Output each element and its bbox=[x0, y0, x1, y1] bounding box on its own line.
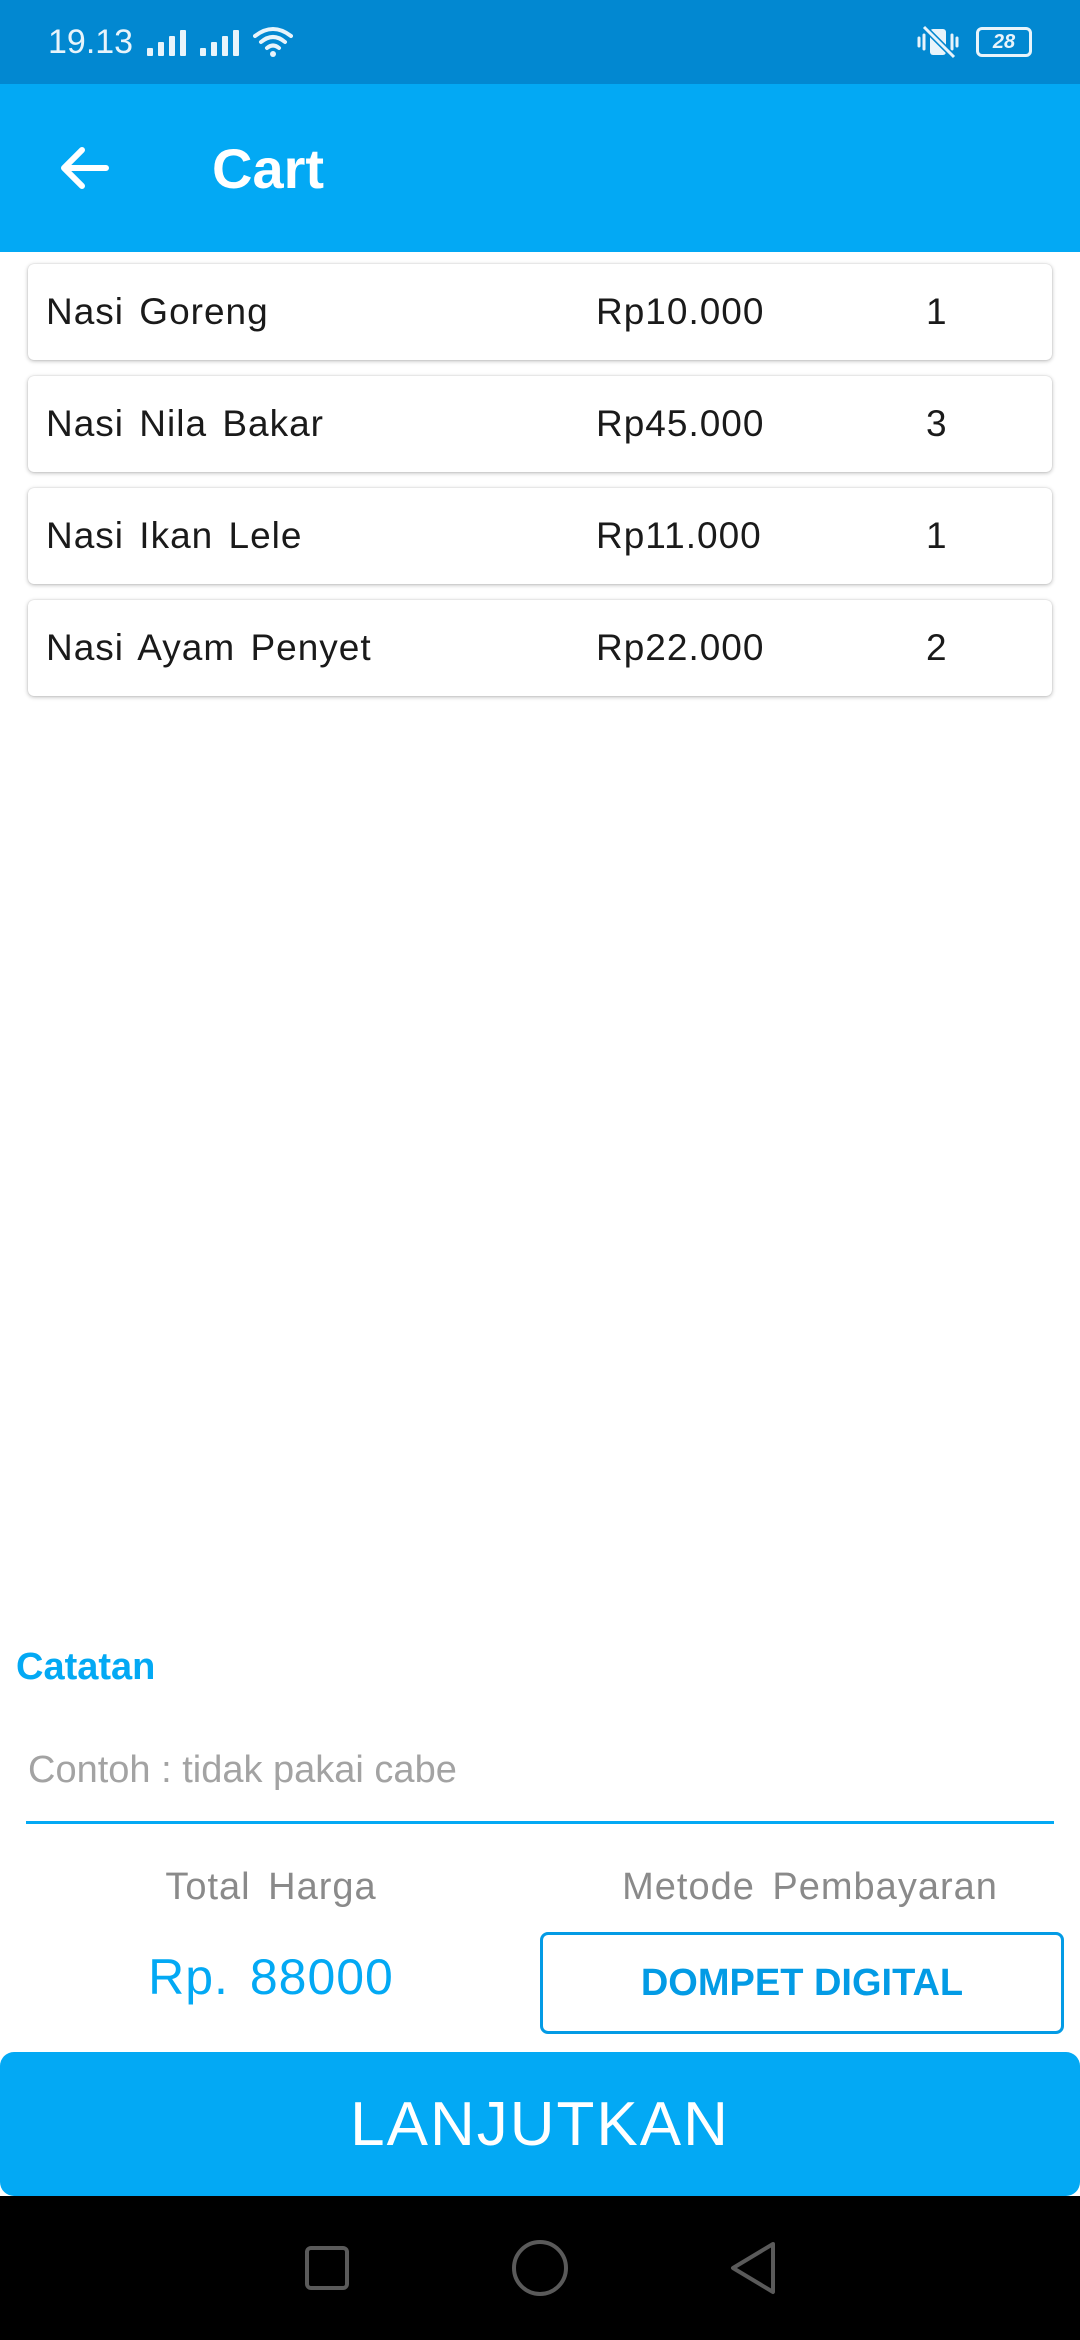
triangle-icon bbox=[731, 2242, 776, 2294]
cart-item-row[interactable]: Nasi Goreng Rp10.000 1 bbox=[28, 264, 1052, 360]
notes-input[interactable] bbox=[26, 1720, 1054, 1824]
payment-method-button[interactable]: DOMPET DIGITAL bbox=[540, 1932, 1064, 2034]
vibrate-icon bbox=[917, 25, 959, 59]
page-title: Cart bbox=[212, 136, 325, 200]
item-qty: 1 bbox=[926, 291, 948, 332]
cart-screen: 19.13 28 Cart Nasi Goreng Rp10.000 1 Nas… bbox=[0, 0, 1080, 2340]
item-price: Rp10.000 bbox=[596, 291, 765, 332]
wifi-icon bbox=[253, 27, 294, 57]
signal-icon-2 bbox=[200, 28, 240, 56]
item-price: Rp11.000 bbox=[596, 515, 762, 556]
arrow-back-icon bbox=[61, 147, 109, 189]
total-price-label: Total Harga bbox=[165, 1866, 377, 1908]
continue-button[interactable]: LANJUTKAN bbox=[0, 2052, 1080, 2196]
status-bar: 19.13 28 bbox=[0, 0, 1080, 84]
status-right: 28 bbox=[916, 25, 1032, 59]
payment-method-label: Metode Pembayaran bbox=[622, 1866, 998, 1908]
app-bar: Cart bbox=[0, 84, 1080, 252]
item-name: Nasi Nila Bakar bbox=[46, 403, 324, 444]
nav-home-button[interactable] bbox=[500, 2228, 580, 2308]
status-time: 19.13 bbox=[48, 22, 134, 61]
cart-item-row[interactable]: Nasi Nila Bakar Rp45.000 3 bbox=[28, 376, 1052, 472]
status-left: 19.13 bbox=[48, 22, 294, 62]
item-name: Nasi Ayam Penyet bbox=[46, 627, 372, 668]
circle-icon bbox=[511, 2240, 568, 2296]
cart-list: Nasi Goreng Rp10.000 1 Nasi Nila Bakar R… bbox=[28, 264, 1052, 712]
nav-recent-button[interactable] bbox=[287, 2228, 367, 2308]
back-button[interactable] bbox=[48, 132, 120, 204]
item-price: Rp45.000 bbox=[596, 403, 765, 444]
total-price-value: Rp. 88000 bbox=[148, 1949, 394, 2005]
square-icon bbox=[304, 2246, 349, 2290]
signal-icon bbox=[147, 28, 187, 56]
notes-label: Catatan bbox=[16, 1646, 156, 1688]
item-qty: 3 bbox=[926, 403, 948, 444]
item-qty: 2 bbox=[926, 627, 948, 668]
item-qty: 1 bbox=[926, 515, 948, 556]
item-name: Nasi Ikan Lele bbox=[46, 515, 303, 556]
cart-item-row[interactable]: Nasi Ikan Lele Rp11.000 1 bbox=[28, 488, 1052, 584]
item-price: Rp22.000 bbox=[596, 627, 765, 668]
battery-icon: 28 bbox=[976, 27, 1032, 57]
cart-item-row[interactable]: Nasi Ayam Penyet Rp22.000 2 bbox=[28, 600, 1052, 696]
nav-back-button[interactable] bbox=[713, 2228, 793, 2308]
system-nav-bar bbox=[0, 2196, 1080, 2340]
item-name: Nasi Goreng bbox=[46, 291, 269, 332]
